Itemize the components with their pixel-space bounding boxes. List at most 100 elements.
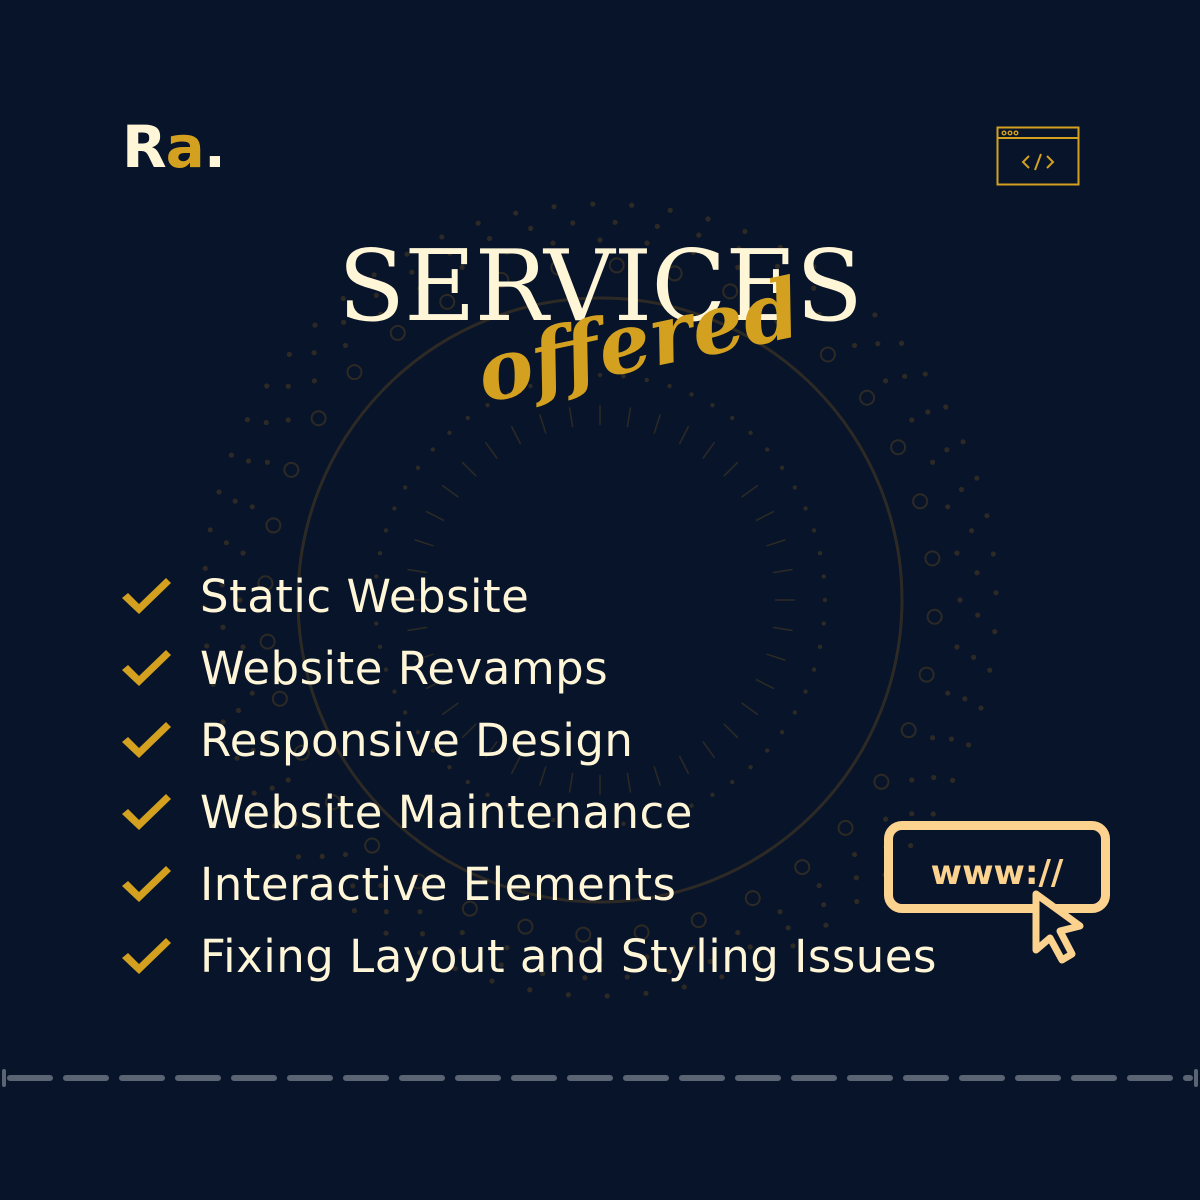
- mandala-ornament: [954, 644, 960, 650]
- mandala-ornament: [216, 489, 222, 495]
- mandala-ornament: [741, 484, 759, 498]
- service-label: Static Website: [200, 569, 530, 623]
- mandala-ornament: [898, 340, 905, 346]
- mandala-ornament: [484, 441, 498, 459]
- mandala-ornament: [766, 539, 786, 547]
- mandala-ornament: [987, 667, 993, 673]
- mandala-ornament: [539, 414, 547, 434]
- mandala-ornament: [890, 439, 907, 456]
- mandala-ornament: [958, 486, 965, 493]
- url-badge-text: www://: [930, 853, 1064, 893]
- mandala-ornament: [811, 528, 817, 533]
- mandala-ornament: [957, 597, 963, 603]
- mandala-ornament: [223, 540, 229, 546]
- list-item: Fixing Layout and Styling Issues: [118, 920, 937, 992]
- mandala-ornament: [654, 223, 660, 229]
- mandala-ornament: [264, 459, 271, 465]
- check-icon: [122, 722, 171, 758]
- mandala-ornament: [803, 506, 808, 511]
- mandala-ornament: [285, 417, 291, 423]
- mandala-ornament: [912, 493, 929, 510]
- mandala-ornament: [984, 513, 990, 519]
- mandala-ornament: [653, 414, 661, 434]
- mandala-ornament: [929, 459, 936, 465]
- mandala-ornament: [990, 551, 996, 557]
- mandala-ornament: [383, 528, 389, 533]
- mandala-ornament: [311, 350, 317, 356]
- mandala-ornament: [978, 705, 984, 711]
- check-icon: [122, 650, 171, 686]
- mandala-ornament: [945, 504, 951, 510]
- list-item: Website Maintenance: [118, 776, 937, 848]
- mandala-ornament: [678, 425, 690, 445]
- mandala-ornament: [447, 430, 452, 435]
- mandala-ornament: [875, 341, 881, 347]
- mandala-ornament: [626, 407, 632, 428]
- mandala-ornament: [971, 654, 977, 660]
- check-icon: [122, 938, 171, 974]
- mandala-ornament: [430, 447, 435, 452]
- logo-letter-r: R: [122, 113, 167, 181]
- mandala-ornament: [207, 527, 213, 533]
- mandala-ornament: [565, 992, 571, 998]
- mandala-ornament: [264, 383, 270, 389]
- mandala-ornament: [705, 216, 711, 222]
- mandala-ornament: [510, 425, 522, 445]
- mandala-ornament: [819, 346, 836, 363]
- mandala-ornament: [902, 373, 908, 379]
- list-item: Static Website: [118, 560, 937, 632]
- mandala-ornament: [245, 458, 252, 464]
- mandala-ornament: [441, 484, 459, 498]
- mandala-ornament: [975, 612, 981, 618]
- mandala-ornament: [392, 506, 397, 511]
- mandala-ornament: [425, 510, 445, 522]
- service-label: Responsive Design: [200, 713, 634, 767]
- mandala-ornament: [414, 539, 434, 547]
- mandala-ornament: [285, 383, 291, 389]
- mandala-ornament: [922, 371, 928, 377]
- brand-logo: Ra.: [122, 118, 226, 176]
- logo-dot: .: [203, 113, 226, 181]
- mandala-ornament: [310, 410, 327, 427]
- mandala-ornament: [943, 404, 949, 410]
- mandala-ornament: [723, 461, 739, 477]
- mandala-ornament: [286, 351, 292, 357]
- mandala-ornament: [667, 207, 673, 213]
- list-item: Website Revamps: [118, 632, 937, 704]
- mandala-ornament: [817, 551, 823, 556]
- mandala-ornament: [604, 993, 610, 999]
- services-list: Static Website Website Revamps Responsiv…: [118, 560, 937, 992]
- bottom-divider: [2, 1069, 1198, 1087]
- mandala-ornament: [240, 550, 246, 556]
- logo-letter-a: a: [165, 113, 205, 181]
- mandala-ornament: [667, 383, 672, 389]
- mandala-ornament: [612, 219, 618, 225]
- browser-code-icon: [996, 126, 1080, 186]
- list-item: Interactive Elements: [118, 848, 937, 920]
- mandala-ornament: [513, 210, 519, 216]
- mandala-ornament: [992, 629, 998, 635]
- mandala-ornament: [244, 417, 251, 423]
- mandala-ornament: [974, 570, 980, 576]
- mandala-ornament: [710, 402, 715, 408]
- mandala-ornament: [689, 392, 694, 397]
- mandala-ornament: [249, 504, 255, 510]
- mandala-ornament: [859, 389, 876, 406]
- mandala-ornament: [909, 417, 915, 423]
- mandala-ornament: [949, 777, 956, 783]
- mandala-ornament: [755, 510, 775, 522]
- mandala-ornament: [948, 736, 955, 742]
- mandala-ornament: [702, 441, 716, 459]
- mandala-ornament: [232, 498, 238, 504]
- service-label: Website Revamps: [200, 641, 609, 695]
- mandala-ornament: [945, 690, 951, 696]
- mandala-ornament: [570, 220, 576, 226]
- mandala-ornament: [925, 409, 931, 415]
- check-icon: [122, 578, 171, 614]
- mandala-ornament: [993, 590, 999, 596]
- mandala-ornament: [954, 550, 960, 556]
- mandala-ornament: [346, 364, 363, 381]
- mandala-ornament: [265, 517, 282, 534]
- mandala-ornament: [962, 696, 968, 702]
- mandala-ornament: [960, 439, 966, 445]
